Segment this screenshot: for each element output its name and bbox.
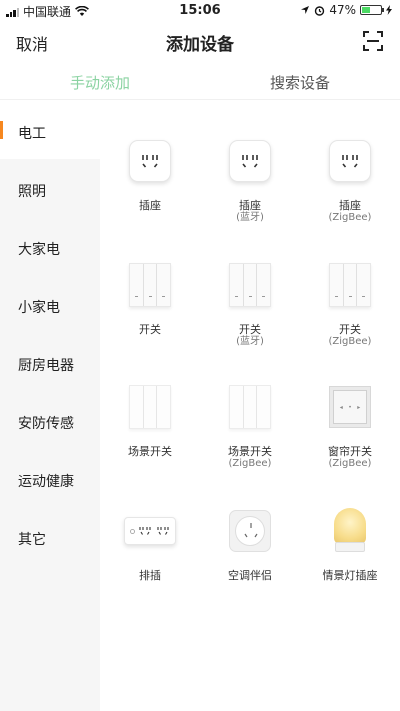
tab-bar: 手动添加 搜索设备 [0,64,400,100]
socket-icon [120,131,180,191]
device-item-switch-zigbee[interactable]: 开关 (ZigBee) [300,255,400,348]
curtain-switch-icon: ◂ • ▸ [320,377,380,437]
scan-icon[interactable] [362,30,384,52]
device-item-socket-bluetooth[interactable]: 插座 (蓝牙) [200,131,300,224]
device-item-curtain-switch-zigbee[interactable]: ◂ • ▸ 窗帘开关 (ZigBee) [300,377,400,470]
tab-manual-add[interactable]: 手动添加 [0,64,200,99]
category-label: 安防传感 [18,416,74,432]
category-item-small-appliance[interactable]: 小家电 [0,275,100,333]
category-item-lighting[interactable]: 照明 [0,159,100,217]
switch-icon [320,255,380,315]
battery-percent: 47% [329,3,356,17]
device-item-scene-switch-zigbee[interactable]: 场景开关 (ZigBee) [200,377,300,470]
device-name: 插座 [139,199,161,212]
device-item-scene-switch[interactable]: 场景开关 [100,377,200,458]
device-name: 空调伴侣 [228,569,272,582]
socket-icon [220,131,280,191]
alarm-icon [315,5,325,16]
category-label: 大家电 [18,242,60,258]
device-item-switch[interactable]: 开关 [100,255,200,336]
device-item-switch-bluetooth[interactable]: 开关 (蓝牙) [200,255,300,348]
device-protocol: (蓝牙) [236,336,264,347]
category-label: 照明 [18,184,46,200]
device-protocol: (ZigBee) [328,458,372,469]
power-strip-icon [120,501,180,561]
device-name: 情景灯插座 [322,569,378,582]
page-title: 添加设备 [166,35,234,55]
category-label: 其它 [18,532,46,548]
device-name: 排插 [139,569,161,582]
device-name: 场景开关 [228,445,272,458]
category-item-large-appliance[interactable]: 大家电 [0,217,100,275]
scene-switch-icon [220,377,280,437]
aircon-companion-icon [220,501,280,561]
scene-switch-icon [120,377,180,437]
socket-icon [320,131,380,191]
category-label: 厨房电器 [18,358,74,374]
device-name: 开关 [339,323,361,336]
lamp-socket-icon [320,501,380,561]
device-item-lamp-socket[interactable]: 情景灯插座 [300,501,400,582]
device-name: 开关 [139,323,161,336]
device-item-aircon-companion[interactable]: 空调伴侣 [200,501,300,582]
device-name: 插座 [239,199,261,212]
status-bar: 中国联通 15:06 47% [0,0,400,20]
tab-search-device[interactable]: 搜索设备 [200,64,400,99]
status-right: 47% [300,3,392,17]
switch-icon [220,255,280,315]
device-name: 窗帘开关 [328,445,372,458]
device-protocol: (ZigBee) [228,458,272,469]
nav-bar: 取消 添加设备 [0,20,400,64]
switch-icon [120,255,180,315]
category-item-electrical[interactable]: 电工 [0,101,100,159]
category-label: 运动健康 [18,474,74,490]
category-item-fitness[interactable]: 运动健康 [0,449,100,507]
category-item-security[interactable]: 安防传感 [0,391,100,449]
device-item-socket[interactable]: 插座 [100,131,200,212]
device-protocol: (蓝牙) [236,212,264,223]
device-name: 开关 [239,323,261,336]
category-item-other[interactable]: 其它 [0,507,100,565]
location-arrow-icon [301,6,310,14]
active-marker [0,121,3,139]
device-item-socket-zigbee[interactable]: 插座 (ZigBee) [300,131,400,224]
category-item-kitchen[interactable]: 厨房电器 [0,333,100,391]
category-sidebar: 电工 照明 大家电 小家电 厨房电器 安防传感 运动健康 其它 [0,101,100,711]
device-protocol: (ZigBee) [328,212,372,223]
device-name: 插座 [339,199,361,212]
charging-icon [386,5,392,15]
device-item-power-strip[interactable]: 排插 [100,501,200,582]
category-label: 小家电 [18,300,60,316]
device-name: 场景开关 [128,445,172,458]
category-label: 电工 [18,126,46,142]
battery-icon [360,5,384,15]
device-protocol: (ZigBee) [328,336,372,347]
